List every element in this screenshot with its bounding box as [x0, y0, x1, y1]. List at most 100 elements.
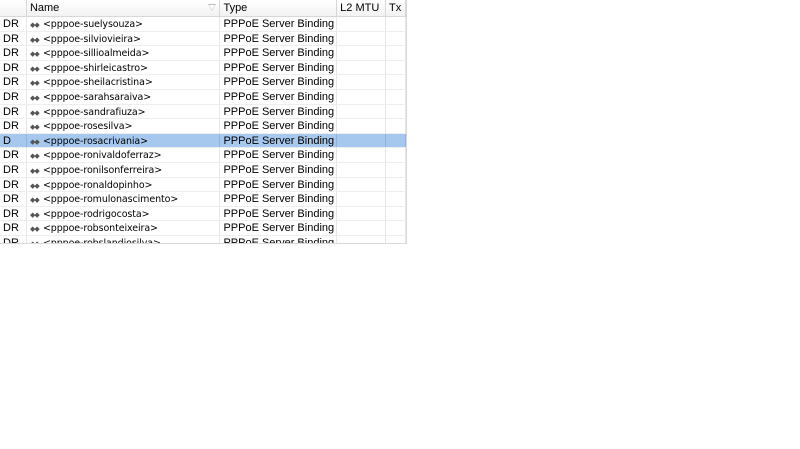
row-type: PPPoE Server Binding — [220, 60, 338, 75]
row-type: PPPoE Server Binding — [220, 162, 338, 177]
table-row[interactable]: DR ◆◆ <pppoe-sheilacristina> PPPoE Server B… — [0, 75, 406, 90]
row-tx — [386, 177, 406, 192]
pppoe-interface-icon: ◆◆ — [29, 167, 40, 175]
row-tx — [386, 89, 406, 104]
row-name-cell: ◆◆ <pppoe-sandrafiuza> — [27, 104, 221, 119]
row-name: <pppoe-rodrigocosta> — [42, 208, 150, 220]
pppoe-interface-icon: ◆◆ — [29, 124, 40, 132]
row-l2mtu — [337, 148, 387, 162]
interface-table[interactable]: Name Type L2 MTU Tx DR ◆◆ <pppoe-suelysouz… — [0, 0, 407, 244]
row-tx — [386, 235, 406, 243]
row-tx — [386, 75, 406, 89]
row-type: PPPoE Server Binding — [220, 235, 338, 243]
row-name: <pppoe-sheilacristina> — [42, 77, 153, 89]
row-name-cell: ◆◆ <pppoe-romulonascimento> — [27, 192, 221, 206]
column-header-name-label: Name — [29, 2, 60, 14]
row-flags: DR — [0, 221, 27, 235]
row-name: <pppoe-silviovieira> — [42, 33, 141, 45]
row-name-cell: ◆◆ <pppoe-robsonteixeira> — [27, 221, 221, 235]
table-row[interactable]: DR ◆◆ <pppoe-robsonteixeira> PPPoE Server B… — [0, 221, 406, 236]
row-l2mtu — [337, 192, 387, 206]
row-l2mtu — [337, 133, 387, 148]
row-type: PPPoE Server Binding — [220, 17, 338, 31]
row-l2mtu — [337, 162, 387, 177]
row-flags: DR — [0, 104, 27, 119]
row-name: <pppoe-robslandiosilva> — [42, 237, 161, 244]
row-l2mtu — [337, 75, 387, 89]
row-name: <pppoe-ronaldopinho> — [42, 179, 153, 191]
table-row[interactable]: DR ◆◆ <pppoe-shirleicastro> PPPoE Server Bi… — [0, 60, 406, 76]
row-tx — [386, 17, 406, 31]
row-name-cell: ◆◆ <pppoe-ronaldopinho> — [27, 177, 221, 192]
column-header-tx[interactable]: Tx — [386, 0, 406, 16]
row-name: <pppoe-robsonteixeira> — [42, 223, 158, 235]
row-name-cell: ◆◆ <pppoe-rosacrivania> — [27, 133, 221, 148]
row-name-cell: ◆◆ <pppoe-ronivaldoferraz> — [27, 148, 221, 162]
sort-down-icon — [208, 4, 217, 11]
table-row[interactable]: D ◆◆ <pppoe-rosacrivania> PPPoE Server Bind… — [0, 133, 406, 149]
pppoe-interface-icon: ◆◆ — [29, 153, 40, 161]
row-l2mtu — [337, 104, 387, 119]
column-header-type[interactable]: Type — [220, 0, 338, 16]
row-l2mtu — [337, 221, 387, 235]
table-row[interactable]: DR ◆◆ <pppoe-suelysouza> PPPoE Server Bindi… — [0, 17, 406, 32]
table-row[interactable]: DR ◆◆ <pppoe-rosesilva> PPPoE Server Bindin… — [0, 119, 406, 134]
row-name-cell: ◆◆ <pppoe-silviovieira> — [27, 31, 221, 46]
row-name-cell: ◆◆<pppoe-robslandiosilva> — [27, 235, 221, 244]
table-row[interactable]: DR ◆◆ <pppoe-sillioalmeida> PPPoE Server Bi… — [0, 46, 406, 61]
row-flags: DR — [0, 162, 27, 177]
table-header: Name Type L2 MTU Tx — [0, 0, 406, 17]
row-flags: DR — [0, 177, 27, 192]
row-name-cell: ◆◆ <pppoe-rosesilva> — [27, 119, 221, 133]
row-type: PPPoE Server Binding — [220, 206, 338, 221]
row-name-cell: ◆◆ <pppoe-sillioalmeida> — [27, 46, 221, 60]
pppoe-interface-icon: ◆◆ — [29, 197, 40, 205]
row-type: PPPoE Server Binding — [220, 31, 338, 46]
row-l2mtu — [337, 177, 387, 192]
row-flags: DR — [0, 192, 27, 206]
row-type: PPPoE Server Binding — [220, 221, 338, 235]
table-row[interactable]: DR◆◆<pppoe-robslandiosilva>PPPoE Server … — [0, 235, 406, 244]
column-header-flags[interactable] — [0, 0, 27, 16]
row-tx — [386, 221, 406, 235]
row-name-cell: ◆◆ <pppoe-sarahsaraiva> — [27, 89, 221, 104]
table-row[interactable]: DR ◆◆ <pppoe-ronivaldoferraz> PPPoE Server … — [0, 148, 406, 163]
row-name-cell: ◆◆ <pppoe-sheilacristina> — [27, 75, 221, 89]
row-name-cell: ◆◆ <pppoe-rodrigocosta> — [27, 206, 221, 221]
row-name: <pppoe-rosesilva> — [42, 121, 133, 133]
row-name-cell: ◆◆ <pppoe-suelysouza> — [27, 17, 221, 31]
table-row[interactable]: DR ◆◆ <pppoe-sandrafiuza> PPPoE Server Bind… — [0, 104, 406, 120]
pppoe-interface-icon: ◆◆ — [29, 226, 40, 234]
row-l2mtu — [337, 17, 387, 31]
pppoe-interface-icon: ◆◆ — [29, 94, 40, 102]
row-l2mtu — [337, 46, 387, 60]
row-name: <pppoe-shirleicastro> — [42, 62, 148, 74]
row-type: PPPoE Server Binding — [220, 104, 338, 119]
table-row[interactable]: DR ◆◆ <pppoe-romulonascimento> PPPoE Server… — [0, 192, 406, 207]
column-header-name[interactable]: Name — [27, 0, 221, 16]
row-l2mtu — [337, 235, 387, 243]
row-l2mtu — [337, 60, 387, 75]
row-name: <pppoe-rosacrivania> — [42, 135, 149, 147]
row-l2mtu — [337, 89, 387, 104]
table-row[interactable]: DR ◆◆ <pppoe-ronilsonferreira> PPPoE Server… — [0, 162, 406, 178]
pppoe-interface-icon: ◆◆ — [29, 65, 40, 73]
row-flags: DR — [0, 17, 27, 31]
pppoe-interface-icon: ◆◆ — [30, 238, 43, 243]
row-flags: DR — [0, 89, 27, 104]
table-row[interactable]: DR ◆◆ <pppoe-sarahsaraiva> PPPoE Server Bin… — [0, 89, 406, 105]
row-type: PPPoE Server Binding — [220, 148, 338, 162]
row-type: PPPoE Server Binding — [220, 75, 338, 89]
column-header-l2mtu[interactable]: L2 MTU — [337, 0, 387, 16]
row-name-cell: ◆◆ <pppoe-ronilsonferreira> — [27, 162, 221, 177]
row-flags: DR — [0, 235, 27, 243]
table-row[interactable]: DR ◆◆ <pppoe-ronaldopinho> PPPoE Server Bin… — [0, 177, 406, 193]
row-tx — [386, 133, 406, 148]
row-tx — [386, 46, 406, 60]
row-name-cell: ◆◆ <pppoe-shirleicastro> — [27, 60, 221, 75]
row-name: <pppoe-ronivaldoferraz> — [42, 150, 162, 162]
table-row[interactable]: DR ◆◆ <pppoe-silviovieira> PPPoE Server Bin… — [0, 31, 406, 47]
pppoe-interface-icon: ◆◆ — [29, 138, 40, 146]
row-l2mtu — [337, 206, 387, 221]
table-row[interactable]: DR ◆◆ <pppoe-rodrigocosta> PPPoE Server Bin… — [0, 206, 406, 222]
